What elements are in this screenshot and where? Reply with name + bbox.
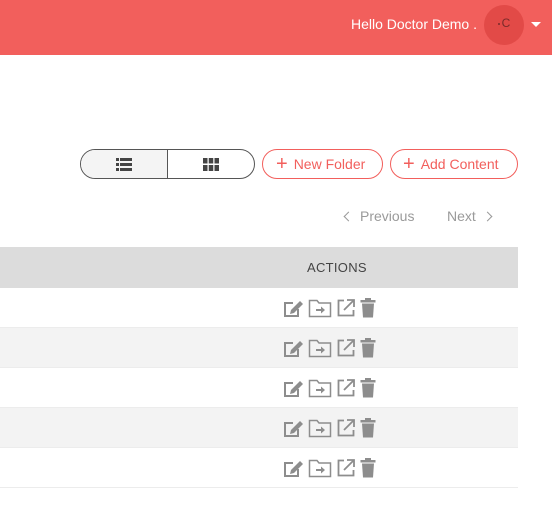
grid-icon xyxy=(203,157,219,171)
previous-label: Previous xyxy=(360,208,415,224)
open-external-icon[interactable] xyxy=(336,458,356,483)
edit-icon[interactable] xyxy=(282,298,304,323)
add-content-label: Add Content xyxy=(420,156,499,172)
table-row xyxy=(0,408,518,448)
actions-column-header: ACTIONS xyxy=(307,260,367,275)
trash-icon[interactable] xyxy=(360,418,376,443)
next-page-button[interactable]: Next xyxy=(447,208,493,224)
edit-icon[interactable] xyxy=(282,458,304,483)
trash-icon[interactable] xyxy=(360,298,376,323)
add-content-button[interactable]: + Add Content xyxy=(390,149,518,179)
row-actions xyxy=(282,298,380,323)
row-actions xyxy=(282,338,380,363)
row-actions xyxy=(282,378,380,403)
table-header: ACTIONS xyxy=(0,247,518,288)
open-external-icon[interactable] xyxy=(336,298,356,323)
open-external-icon[interactable] xyxy=(336,418,356,443)
open-external-icon[interactable] xyxy=(336,378,356,403)
move-to-folder-icon[interactable] xyxy=(308,298,332,323)
previous-page-button[interactable]: Previous xyxy=(342,208,414,224)
row-actions xyxy=(282,458,380,483)
new-folder-button[interactable]: + New Folder xyxy=(262,149,383,179)
list-icon xyxy=(116,157,132,171)
edit-icon[interactable] xyxy=(282,338,304,363)
row-actions xyxy=(282,418,380,443)
edit-icon[interactable] xyxy=(282,378,304,403)
top-bar: Hello Doctor Demo . C xyxy=(0,0,552,55)
move-to-folder-icon[interactable] xyxy=(308,418,332,443)
move-to-folder-icon[interactable] xyxy=(308,378,332,403)
list-view-button[interactable] xyxy=(81,150,167,178)
greeting-text: Hello Doctor Demo . xyxy=(350,16,477,32)
table-row xyxy=(0,328,518,368)
avatar-initial: C xyxy=(501,16,511,30)
chevron-right-icon xyxy=(482,211,493,221)
table-row xyxy=(0,368,518,408)
content-table: ACTIONS xyxy=(0,247,518,488)
new-folder-label: New Folder xyxy=(293,156,366,172)
view-toggle xyxy=(80,149,255,179)
table-row xyxy=(0,448,518,488)
trash-icon[interactable] xyxy=(360,458,376,483)
plus-icon: + xyxy=(403,153,415,175)
open-external-icon[interactable] xyxy=(336,338,356,363)
next-label: Next xyxy=(447,208,476,224)
move-to-folder-icon[interactable] xyxy=(308,458,332,483)
table-row xyxy=(0,288,518,328)
user-menu-caret-icon[interactable] xyxy=(531,22,541,27)
trash-icon[interactable] xyxy=(360,338,376,363)
chevron-left-icon xyxy=(343,211,354,221)
avatar[interactable]: C xyxy=(484,5,524,45)
avatar-dot xyxy=(497,22,500,25)
table-body xyxy=(0,288,518,488)
move-to-folder-icon[interactable] xyxy=(308,338,332,363)
grid-view-button[interactable] xyxy=(167,150,254,178)
plus-icon: + xyxy=(276,153,288,175)
trash-icon[interactable] xyxy=(360,378,376,403)
edit-icon[interactable] xyxy=(282,418,304,443)
